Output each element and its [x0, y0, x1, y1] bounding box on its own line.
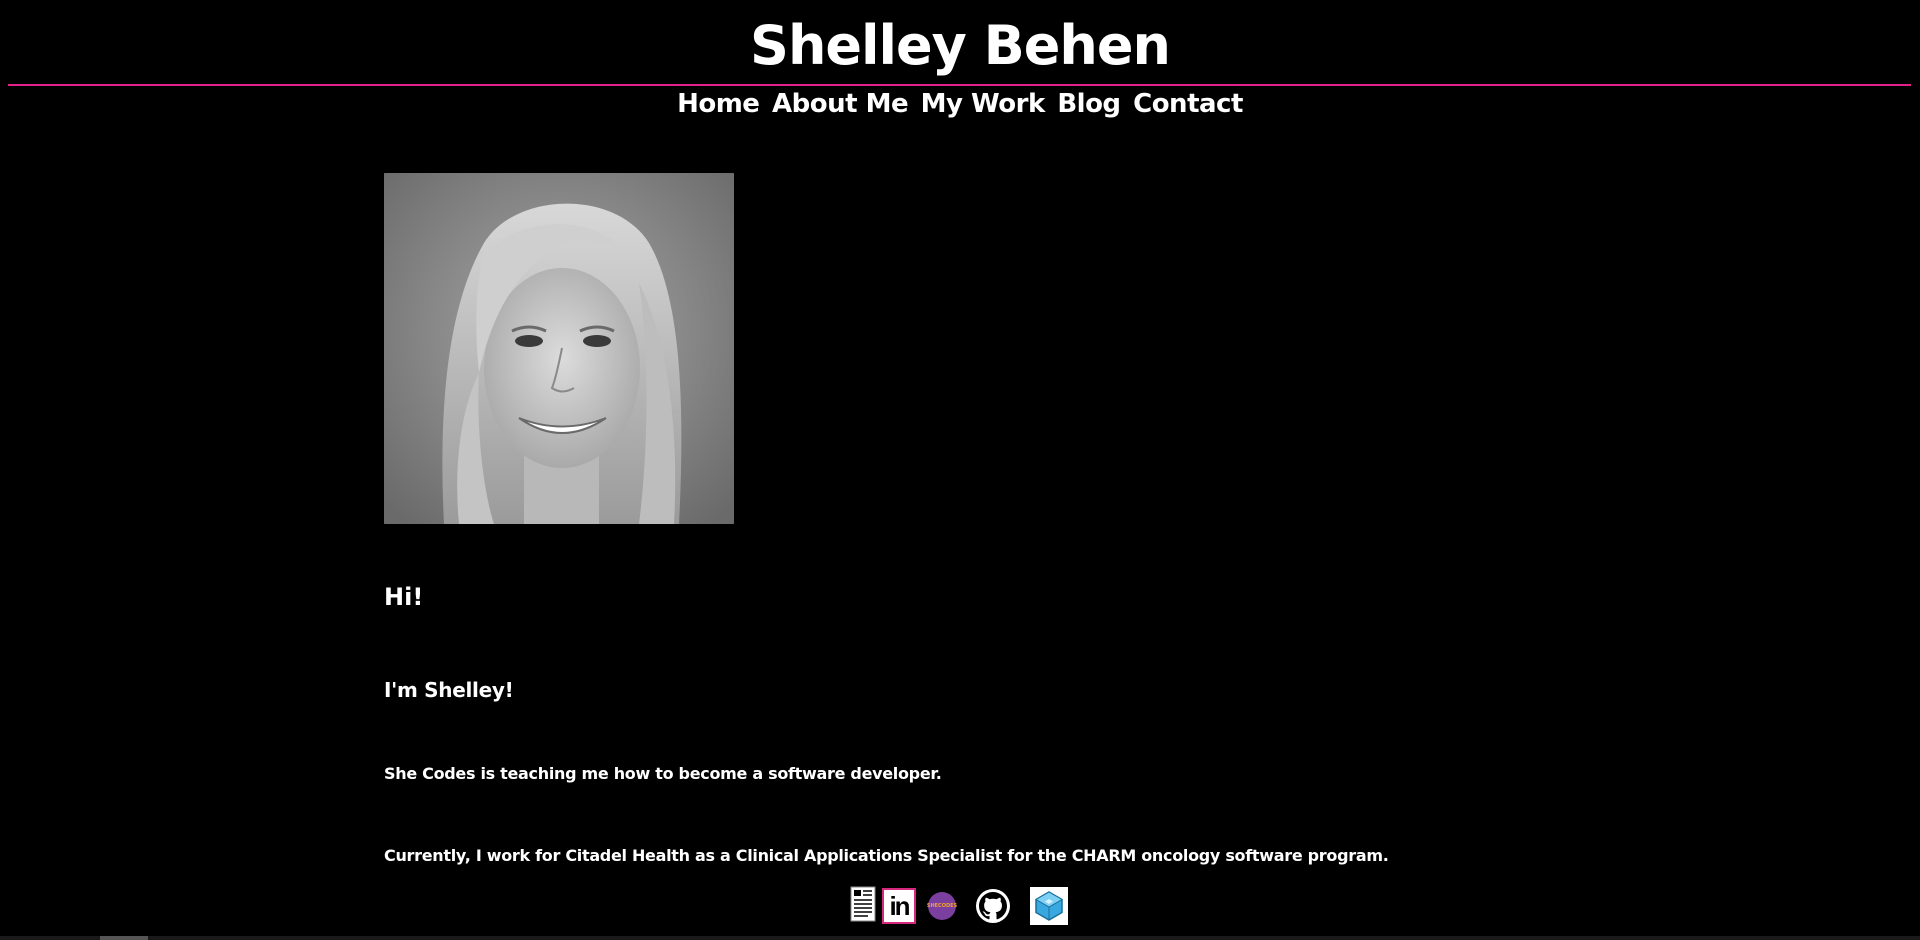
main-nav: Home About Me My Work Blog Contact	[0, 86, 1920, 122]
site-title: Shelley Behen	[750, 14, 1171, 77]
nav-contact[interactable]: Contact	[1133, 89, 1243, 119]
nav-blog[interactable]: Blog	[1057, 89, 1121, 119]
shecodes-paragraph: She Codes is teaching me how to become a…	[384, 764, 942, 783]
horizontal-scrollbar[interactable]	[0, 936, 1920, 940]
linkedin-icon: in	[889, 891, 910, 921]
page: Shelley Behen Home About Me My Work Blog…	[0, 0, 1920, 940]
codepen-link[interactable]	[1030, 887, 1068, 925]
main-content: Hi! I'm Shelley! She Codes is teaching m…	[384, 173, 1584, 865]
intro-heading: I'm Shelley!	[384, 678, 514, 702]
greeting-heading: Hi!	[384, 583, 424, 611]
work-paragraph: Currently, I work for Citadel Health as …	[384, 846, 1389, 865]
resume-link[interactable]	[850, 886, 876, 926]
profile-photo	[384, 173, 734, 524]
shecodes-icon: SHECODES	[926, 903, 958, 909]
nav-my-work[interactable]: My Work	[921, 89, 1046, 119]
social-links: in SHECODES	[850, 886, 1068, 926]
linkedin-link[interactable]: in	[882, 888, 916, 924]
github-icon	[979, 892, 1007, 920]
portrait-illustration	[384, 173, 734, 524]
shecodes-link[interactable]: SHECODES	[926, 892, 958, 920]
github-link[interactable]	[976, 889, 1010, 923]
scrollbar-thumb[interactable]	[100, 936, 148, 940]
codepen-icon	[1034, 891, 1064, 921]
nav-about-me[interactable]: About Me	[772, 89, 909, 119]
nav-home[interactable]: Home	[677, 89, 760, 119]
resume-icon	[850, 886, 876, 922]
